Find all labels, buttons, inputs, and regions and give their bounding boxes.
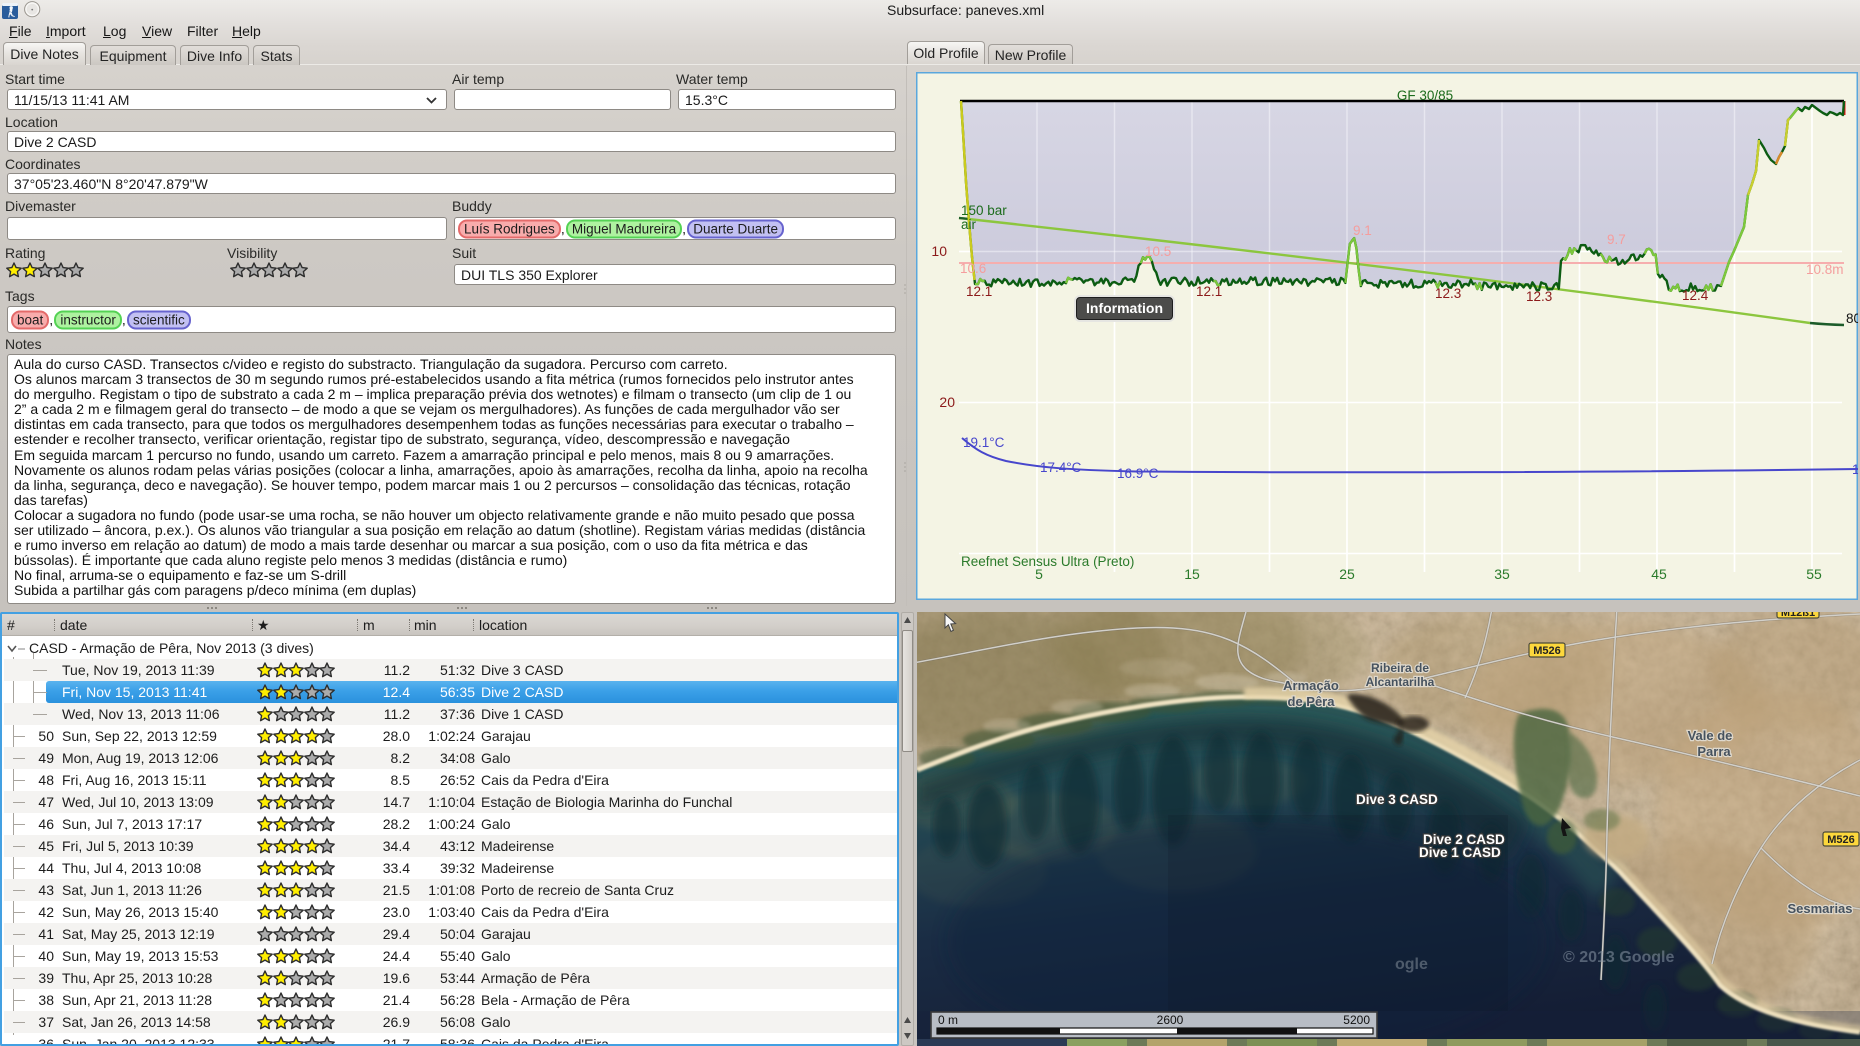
svg-text:25: 25 [1339, 566, 1355, 582]
svg-text:M526: M526 [1533, 645, 1561, 657]
svg-text:© 2013 Google: © 2013 Google [1563, 949, 1674, 966]
svg-text:de Pêra: de Pêra [1288, 694, 1336, 709]
svg-text:35: 35 [1494, 566, 1510, 582]
svg-text:Sesmarias: Sesmarias [1787, 901, 1852, 916]
svg-text:M526: M526 [1827, 834, 1855, 846]
svg-text:GF 30/85: GF 30/85 [1397, 88, 1453, 103]
svg-text:16: 16 [1852, 462, 1858, 477]
svg-text:2600: 2600 [1157, 1013, 1184, 1027]
svg-text:16.9°C: 16.9°C [1117, 466, 1159, 481]
svg-text:10.6: 10.6 [960, 261, 986, 276]
svg-text:Armação: Armação [1283, 678, 1339, 693]
svg-text:80: 80 [1846, 311, 1858, 326]
svg-text:15: 15 [1184, 566, 1200, 582]
svg-text:Vale de: Vale de [1688, 728, 1733, 743]
svg-text:55: 55 [1806, 566, 1822, 582]
svg-text:45: 45 [1651, 566, 1667, 582]
svg-text:9.1: 9.1 [1353, 223, 1372, 238]
svg-text:12.1: 12.1 [1196, 284, 1222, 299]
svg-text:10: 10 [931, 243, 947, 259]
svg-text:Ribeira de: Ribeira de [1371, 661, 1429, 675]
svg-text:12.3: 12.3 [1435, 286, 1461, 301]
svg-text:Reefnet Sensus Ultra (Preto): Reefnet Sensus Ultra (Preto) [961, 554, 1134, 569]
svg-text:19.1°C: 19.1°C [963, 435, 1005, 450]
svg-text:12.3: 12.3 [1526, 289, 1552, 304]
svg-text:M12ß1: M12ß1 [1781, 612, 1815, 619]
svg-text:ogle: ogle [1395, 956, 1428, 973]
svg-text:Dive 3 CASD: Dive 3 CASD [1356, 792, 1438, 807]
svg-text:20: 20 [939, 394, 955, 410]
svg-text:10.5: 10.5 [1145, 244, 1171, 259]
svg-text:5200: 5200 [1343, 1013, 1370, 1027]
svg-text:17.4°C: 17.4°C [1040, 460, 1082, 475]
svg-text:air: air [961, 217, 977, 232]
svg-text:Dive 1 CASD: Dive 1 CASD [1419, 845, 1501, 860]
svg-text:12.1: 12.1 [966, 284, 992, 299]
svg-text:Alcantarilha: Alcantarilha [1366, 675, 1435, 689]
svg-text:0 m: 0 m [938, 1013, 958, 1027]
svg-text:12.4: 12.4 [1682, 288, 1709, 303]
svg-text:150 bar: 150 bar [961, 203, 1007, 218]
svg-text:Parra: Parra [1697, 744, 1731, 759]
svg-text:10.8m: 10.8m [1806, 262, 1844, 277]
svg-text:9.7: 9.7 [1607, 232, 1626, 247]
